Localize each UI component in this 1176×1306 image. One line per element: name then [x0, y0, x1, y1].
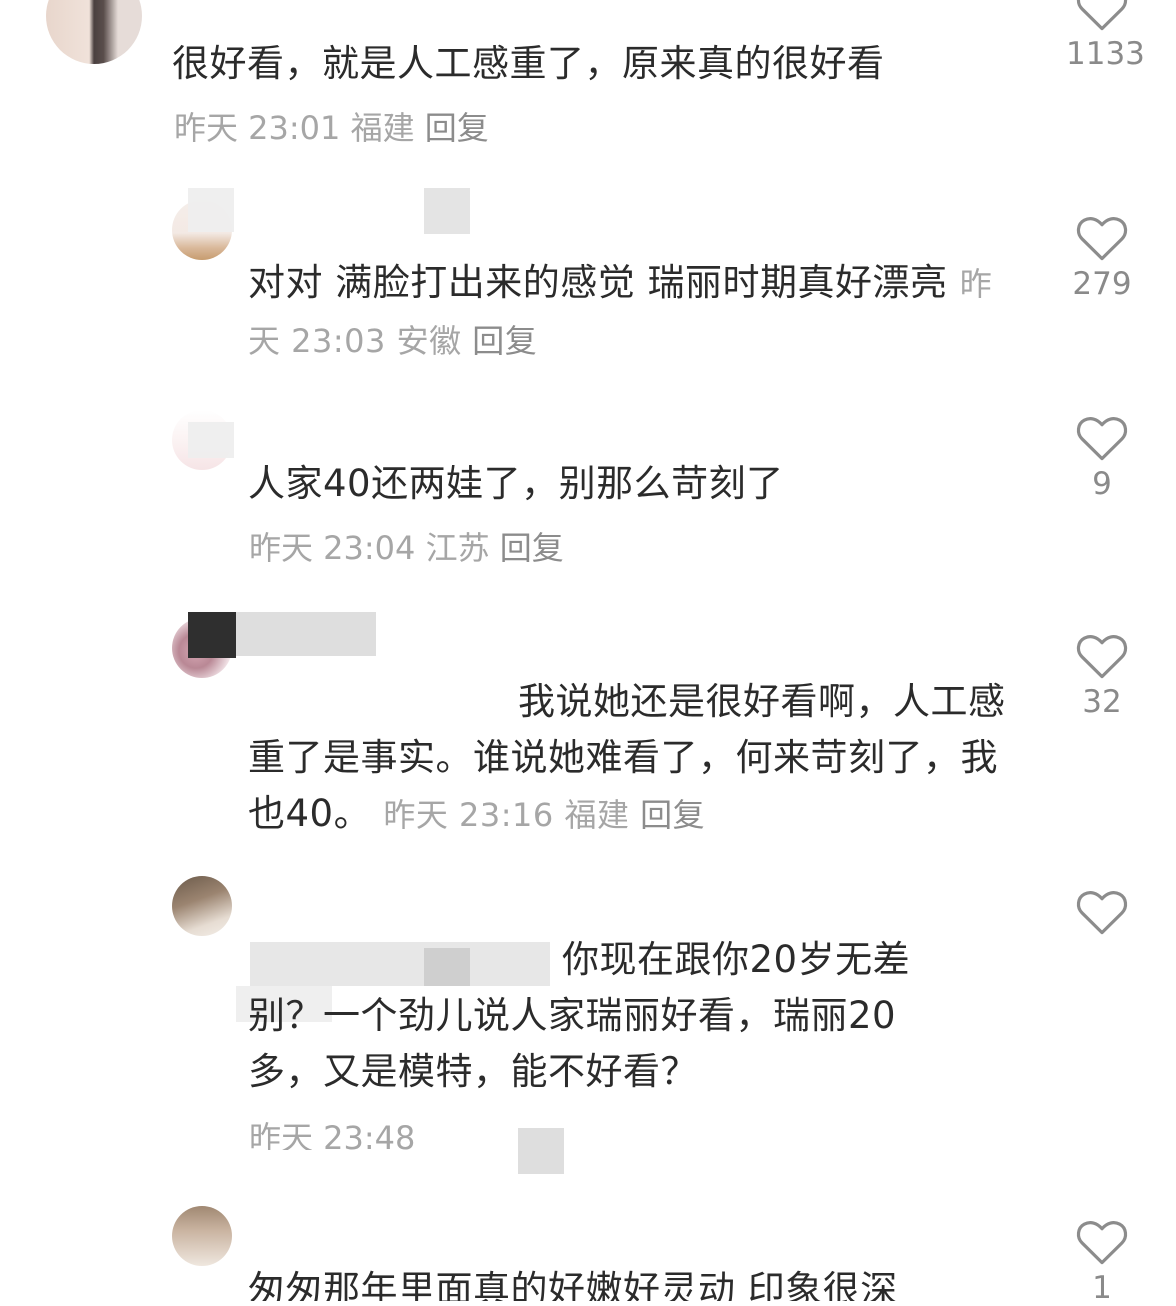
like-button[interactable]: 1	[1066, 1216, 1138, 1306]
like-count: 32	[1082, 684, 1122, 720]
reply-button[interactable]: 回复	[500, 529, 564, 567]
comment-text: 我说她还是很好看啊，人工感重了是事实。谁说她难看了，何来苛刻了，我也40。 昨天…	[248, 674, 1020, 843]
comment-body: 你现在跟你20岁无差	[562, 938, 911, 981]
comment-time: 昨天 23:16	[383, 796, 554, 834]
like-button[interactable]: 279	[1066, 212, 1138, 302]
heart-outline-icon	[1076, 635, 1128, 679]
avatar[interactable]	[46, 0, 142, 64]
heart-outline-icon	[1076, 891, 1128, 935]
avatar[interactable]	[172, 876, 232, 936]
like-count: 1133	[1066, 36, 1145, 72]
username-redaction	[188, 422, 234, 458]
comment-meta: 昨天 23:16 福建 回复	[383, 796, 705, 834]
heart-outline-icon	[1076, 217, 1128, 261]
comment-text: 你现在跟你20岁无差 别？一个劲儿说人家瑞丽好看，瑞丽20 多，又是模特，能不好…	[248, 932, 1020, 1100]
comment-location: 福建	[350, 109, 415, 147]
reply-button[interactable]: 回复	[425, 109, 489, 147]
comment-text-clip: 匆匆那年里面真的好嫩好灵动 印象很深	[248, 1262, 1028, 1301]
like-button[interactable]: 9	[1066, 412, 1138, 502]
comment-body: 多，又是模特，能不好看？	[248, 1050, 698, 1093]
avatar[interactable]	[172, 1206, 232, 1266]
reply-button[interactable]: 回复	[640, 796, 705, 834]
comment-text: 对对 满脸打出来的感觉 瑞丽时期真好漂亮 昨天 23:03 安徽 回复	[248, 255, 1018, 369]
comment-text: 匆匆那年里面真的好嫩好灵动 印象很深	[248, 1268, 898, 1301]
comment-meta: 昨天 23:01 福建 回复	[174, 108, 489, 148]
reply-button[interactable]: 回复	[472, 322, 537, 360]
heart-outline-icon	[1076, 0, 1128, 31]
comment-meta: 昨天 23:04 江苏 回复	[249, 528, 564, 568]
comment-location: 安徽	[396, 322, 462, 360]
like-count: 279	[1072, 266, 1132, 302]
comment-time: 昨天 23:48	[249, 1119, 416, 1150]
location-redaction	[518, 1128, 564, 1174]
like-button[interactable]: 1133	[1066, 0, 1145, 72]
heart-outline-icon	[1076, 1221, 1128, 1265]
comment-location: 江苏	[425, 529, 490, 567]
comment-time: 昨天 23:04	[249, 529, 416, 567]
comment-location: 福建	[564, 796, 630, 834]
username-redaction	[188, 612, 236, 658]
comment-text: 很好看，就是人工感重了，原来真的很好看	[172, 42, 885, 85]
like-button[interactable]: 32	[1066, 630, 1138, 720]
comment-text: 人家40还两娃了，别那么苛刻了	[248, 462, 784, 505]
heart-outline-icon	[1076, 417, 1128, 461]
comment-time: 昨天 23:01	[174, 109, 341, 147]
comment-body: 对对 满脸打出来的感觉 瑞丽时期真好漂亮	[248, 261, 948, 304]
username-redaction	[424, 188, 470, 234]
username-redaction	[188, 188, 234, 232]
comment-body: 别？一个劲儿说人家瑞丽好看，瑞丽20	[248, 994, 897, 1037]
username-redaction	[236, 612, 376, 656]
like-button[interactable]	[1066, 886, 1138, 940]
like-count: 9	[1092, 466, 1112, 502]
